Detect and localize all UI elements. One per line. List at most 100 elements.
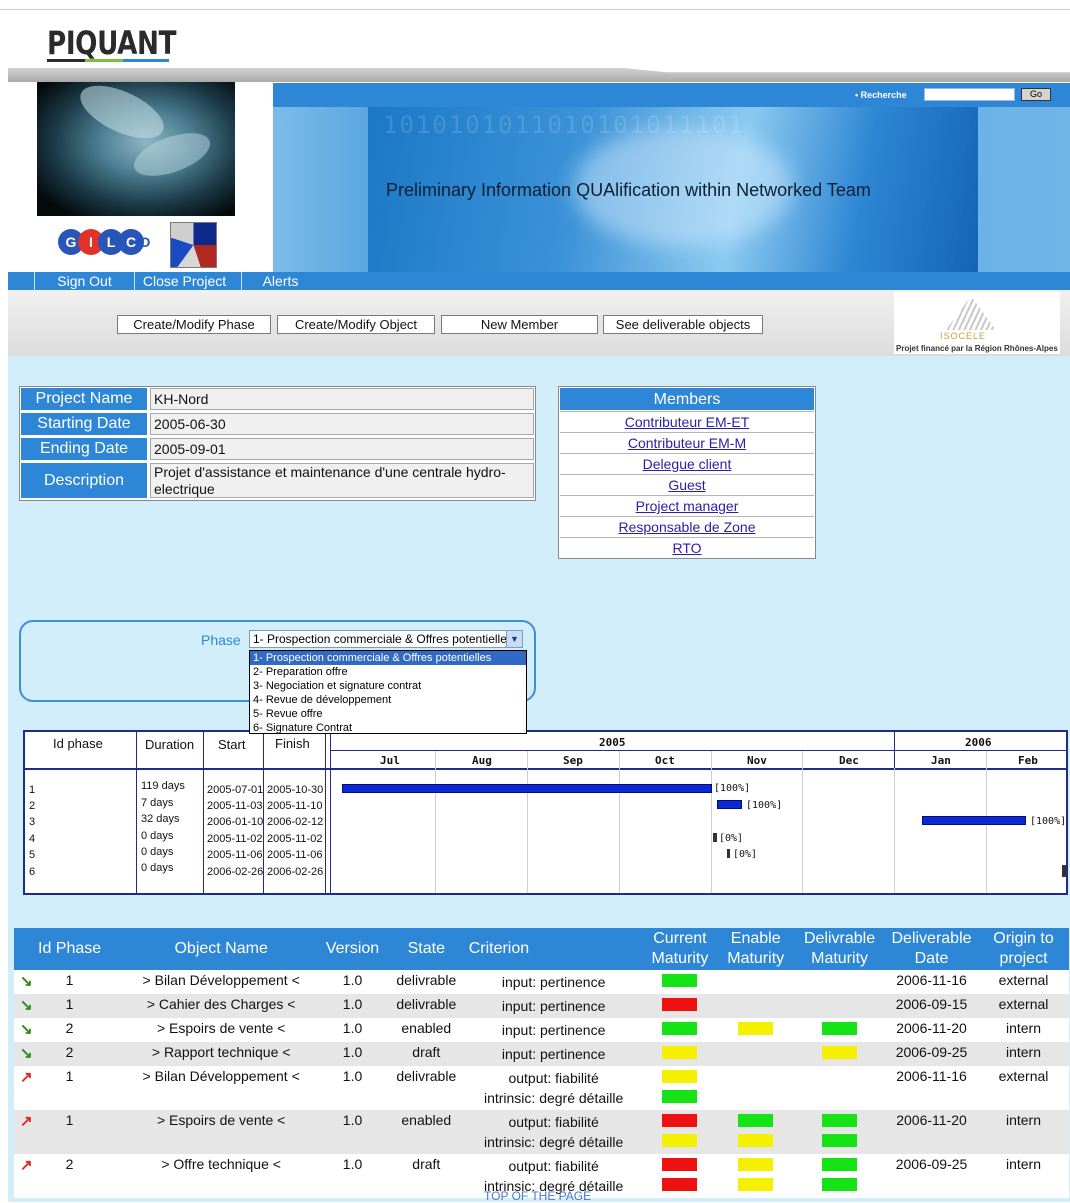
members-title: Members [559,387,815,411]
isocele-logo: ISOCELE Projet financé par la Région Rhô… [894,292,1060,354]
id-phase-value: 2 [65,1044,74,1060]
cell-delivrable-maturity [794,1110,886,1154]
criterion-text: output: fiabilité [508,1114,599,1130]
down-right-arrow-icon: ↘ [20,973,33,990]
cell-deliverable-date: 2006-11-20 [885,1018,978,1042]
gantt-grid [802,751,803,893]
down-right-arrow-icon: ↘ [20,1045,33,1062]
member-link-rto[interactable]: RTO [672,540,701,556]
gantt-bar-phase-5 [727,849,730,858]
project-row: Ending Date 2005-09-01 [20,437,535,462]
cell-origin: intern [978,1018,1069,1042]
create-modify-object-button[interactable]: Create/Modify Object [277,315,435,334]
isocele-name: ISOCELE [940,331,987,341]
cell-current-maturity [642,994,718,1018]
phase-select[interactable]: 1- Prospection commerciale & Offres pote… [249,630,523,648]
member-link-project-manager[interactable]: Project manager [636,498,739,514]
isocele-triangle-icon [946,296,996,330]
object-name-link[interactable]: > Espoirs de vente < [157,1020,285,1036]
criterion-text: output: fiabilité [508,1158,599,1174]
object-name-link[interactable]: > Espoirs de vente < [157,1112,285,1128]
phase-option[interactable]: 6- Signature Contrat [250,721,526,735]
gantt-divider [203,732,204,893]
phase-label: Phase [201,632,241,648]
maturity-indicator [643,1088,718,1108]
menu-close-project[interactable]: Close Project [134,272,234,290]
brand-underline-2 [85,59,123,62]
top-of-page-link[interactable]: TOP OF THE PAGE [484,1189,591,1203]
gantt-month: Jul [380,754,400,767]
gantt-row-finish: 2006-02-12 [267,816,324,828]
col-origin: Origin to project [978,928,1069,970]
maturity-swatch-red [662,1114,698,1127]
gantt-month: Aug [472,754,492,767]
gantt-header-rule [25,768,1066,770]
maturity-swatch-green [822,1134,858,1147]
gantt-chart: Id phase Duration Start Finish 2005 2006… [23,730,1068,895]
cell-delivrable-maturity [794,994,886,1018]
ending-date-label: Ending Date [20,437,148,461]
gantt-pct-phase-1: [100%] [714,783,751,794]
table-row: ↘ 2 > Espoirs de vente <1.0 enabled input: p… [14,1018,1069,1042]
see-deliverable-objects-button[interactable]: See deliverable objects [603,315,763,334]
maturity-indicator [717,1132,794,1152]
id-phase-value: 1 [65,996,74,1012]
menu-sign-out[interactable]: Sign Out [34,272,134,290]
header-grey-bar [8,68,1070,82]
chevron-down-icon[interactable]: ▼ [506,631,522,647]
member-link-responsable-de-zone[interactable]: Responsable de Zone [619,519,756,535]
cell-deliverable-date: 2006-11-20 [885,1110,978,1154]
object-name-link[interactable]: > Bilan Développement < [143,972,300,988]
col-delivrable-maturity: Delivrable Maturity [794,928,886,970]
search-input[interactable] [924,88,1015,101]
phase-option[interactable]: 4- Revue de développement [250,693,526,707]
cell-delivrable-maturity [794,1042,886,1066]
phase-option[interactable]: 2- Preparation offre [250,665,526,679]
gantt-bar-phase-6 [1062,865,1066,877]
maturity-indicator [643,1020,718,1040]
gantt-month: Nov [747,754,767,767]
gantt-month: Oct [655,754,675,767]
project-row: Project Name KH-Nord [20,387,535,412]
objects-table: Id Phase Object Name Version State Crite… [14,928,1069,1198]
create-modify-phase-button[interactable]: Create/Modify Phase [117,315,271,334]
menu-alerts[interactable]: Alerts [241,272,319,290]
cell-enable-maturity [717,1154,795,1198]
objects-header-row: Id Phase Object Name Version State Crite… [14,928,1069,970]
banner: 1010101011010101011101 Preliminary Infor… [273,107,1070,272]
gantt-row-start: 2005-11-02 [207,833,263,845]
gantt-pct-phase-4: [0%] [719,833,744,844]
col-deliverable-date: Deliverable Date [885,928,978,970]
table-row: ↗ 1 > Bilan Développement <1.0 delivrable ou… [14,1066,1069,1110]
member-row: Responsable de Zone [560,516,814,537]
search-go-button[interactable]: Go [1021,88,1051,101]
gantt-row-id: 1 [29,784,36,796]
member-link-contributeur-em-m[interactable]: Contributeur EM-M [628,435,746,451]
col-enable-maturity: Enable Maturity [717,928,795,970]
gantt-pct-phase-5: [0%] [733,849,758,860]
starting-date-label: Starting Date [20,412,148,436]
object-name-link[interactable]: > Bilan Développement < [143,1068,300,1084]
member-link-delegue-client[interactable]: Delegue client [643,456,732,472]
phase-option[interactable]: 3- Negociation et signature contrat [250,679,526,693]
maturity-swatch-green [822,1158,858,1171]
member-row: Project manager [560,495,814,516]
object-name-link[interactable]: > Cahier des Charges < [147,996,296,1012]
member-link-guest[interactable]: Guest [668,477,705,493]
cell-id-phase: ↘ 1 [14,970,126,994]
maturity-indicator [794,1156,885,1176]
object-name-link[interactable]: > Rapport technique < [152,1044,291,1060]
maturity-swatch-green [822,1114,858,1127]
member-link-contributeur-em-et[interactable]: Contributeur EM-ET [625,414,749,430]
gantt-divider [325,732,326,893]
gantt-row-duration: 32 days [141,813,180,825]
maturity-indicator [794,1044,885,1064]
cell-current-maturity [642,1110,718,1154]
gantt-row-start: 2005-07-01 [207,784,264,796]
phase-option[interactable]: 1- Prospection commerciale & Offres pote… [250,651,526,665]
criterion-text: input: pertinence [501,1022,606,1038]
new-member-button[interactable]: New Member [441,315,598,334]
phase-option[interactable]: 5- Revue offre [250,707,526,721]
gantt-row-start: 2005-11-06 [207,849,263,861]
object-name-link[interactable]: > Offre technique < [161,1156,281,1172]
